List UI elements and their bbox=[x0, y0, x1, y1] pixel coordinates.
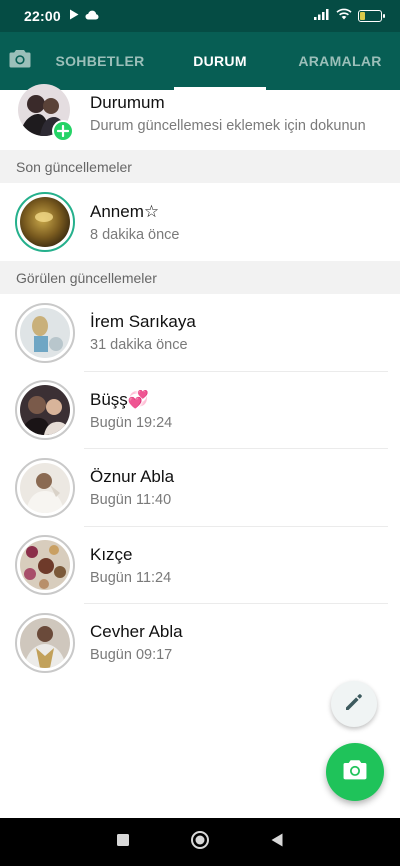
tab-status[interactable]: DURUM bbox=[160, 32, 280, 90]
status-ring bbox=[15, 535, 75, 596]
list-item[interactable]: Öznur Abla Bugün 11:40 bbox=[0, 449, 400, 527]
contact-name: Kızçe bbox=[90, 544, 133, 564]
wifi-icon bbox=[336, 7, 352, 25]
avatar bbox=[20, 462, 70, 513]
status-time: 31 dakika önce bbox=[90, 337, 188, 354]
status-list: Durumum Durum güncellemesi eklemek için … bbox=[0, 84, 400, 682]
battery-icon: 27 bbox=[358, 10, 385, 22]
contact-name: Büşş💞 bbox=[90, 389, 149, 409]
plus-icon bbox=[52, 120, 74, 142]
circle-icon bbox=[190, 830, 210, 855]
list-item[interactable]: Kızçe Bugün 11:24 bbox=[0, 527, 400, 604]
battery-level: 27 bbox=[365, 11, 375, 21]
camera-icon bbox=[9, 49, 31, 73]
recent-updates-header: Son güncellemeler bbox=[0, 150, 400, 183]
my-status-title: Durumum bbox=[90, 92, 165, 112]
status-time: Bugün 11:40 bbox=[90, 492, 172, 509]
tab-bar: SOHBETLER DURUM ARAMALAR bbox=[0, 32, 400, 90]
cloud-icon bbox=[85, 7, 99, 25]
triangle-back-icon bbox=[270, 832, 284, 853]
status-time: Bugün 19:24 bbox=[90, 414, 173, 431]
contact-name: İrem Sarıkaya bbox=[90, 312, 196, 332]
status-time: Bugün 09:17 bbox=[90, 647, 173, 664]
tab-chats[interactable]: SOHBETLER bbox=[40, 32, 160, 90]
system-status-bar: 22:00 27 bbox=[0, 0, 400, 32]
my-status-row[interactable]: Durumum Durum güncellemesi eklemek için … bbox=[0, 84, 400, 150]
back-button[interactable] bbox=[257, 822, 297, 862]
contact-name: Annem☆ bbox=[90, 201, 160, 221]
list-item[interactable]: Büşş💞 Bugün 19:24 bbox=[0, 372, 400, 449]
new-text-status-button[interactable] bbox=[331, 681, 377, 727]
play-icon bbox=[69, 7, 79, 25]
contact-name: Cevher Abla bbox=[90, 622, 183, 642]
recents-button[interactable] bbox=[103, 822, 143, 862]
whatsapp-status-screen: 22:00 27 SOHBETLER DURUM ARAMALAR Durumu… bbox=[0, 0, 400, 866]
system-nav-bar bbox=[0, 818, 400, 866]
contact-name: Öznur Abla bbox=[90, 467, 175, 487]
camera-tab[interactable] bbox=[0, 32, 40, 90]
status-ring bbox=[15, 457, 75, 518]
status-ring bbox=[15, 302, 75, 363]
tab-calls[interactable]: ARAMALAR bbox=[280, 32, 400, 90]
avatar bbox=[20, 197, 70, 247]
avatar bbox=[20, 385, 70, 436]
camera-icon bbox=[343, 759, 367, 785]
status-time: 22:00 bbox=[24, 8, 61, 24]
avatar bbox=[20, 540, 70, 591]
home-button[interactable] bbox=[180, 822, 220, 862]
viewed-updates-header: Görülen güncellemeler bbox=[0, 261, 400, 294]
avatar bbox=[20, 307, 70, 358]
list-item[interactable]: Cevher Abla Bugün 09:17 bbox=[0, 604, 400, 682]
status-ring bbox=[15, 612, 75, 673]
my-status-avatar bbox=[18, 84, 74, 142]
square-icon bbox=[116, 833, 130, 852]
my-status-subtitle: Durum güncellemesi eklemek için dokunun bbox=[90, 117, 366, 134]
avatar bbox=[20, 617, 70, 668]
status-ring bbox=[15, 192, 75, 252]
list-item[interactable]: İrem Sarıkaya 31 dakika önce bbox=[0, 294, 400, 372]
status-time: Bugün 11:24 bbox=[90, 569, 172, 586]
status-time: 8 dakika önce bbox=[90, 226, 180, 243]
pencil-icon bbox=[344, 692, 364, 717]
new-camera-status-button[interactable] bbox=[326, 743, 384, 801]
signal-icon bbox=[314, 7, 330, 25]
status-ring bbox=[15, 380, 75, 441]
list-item[interactable]: Annem☆ 8 dakika önce bbox=[0, 183, 400, 261]
